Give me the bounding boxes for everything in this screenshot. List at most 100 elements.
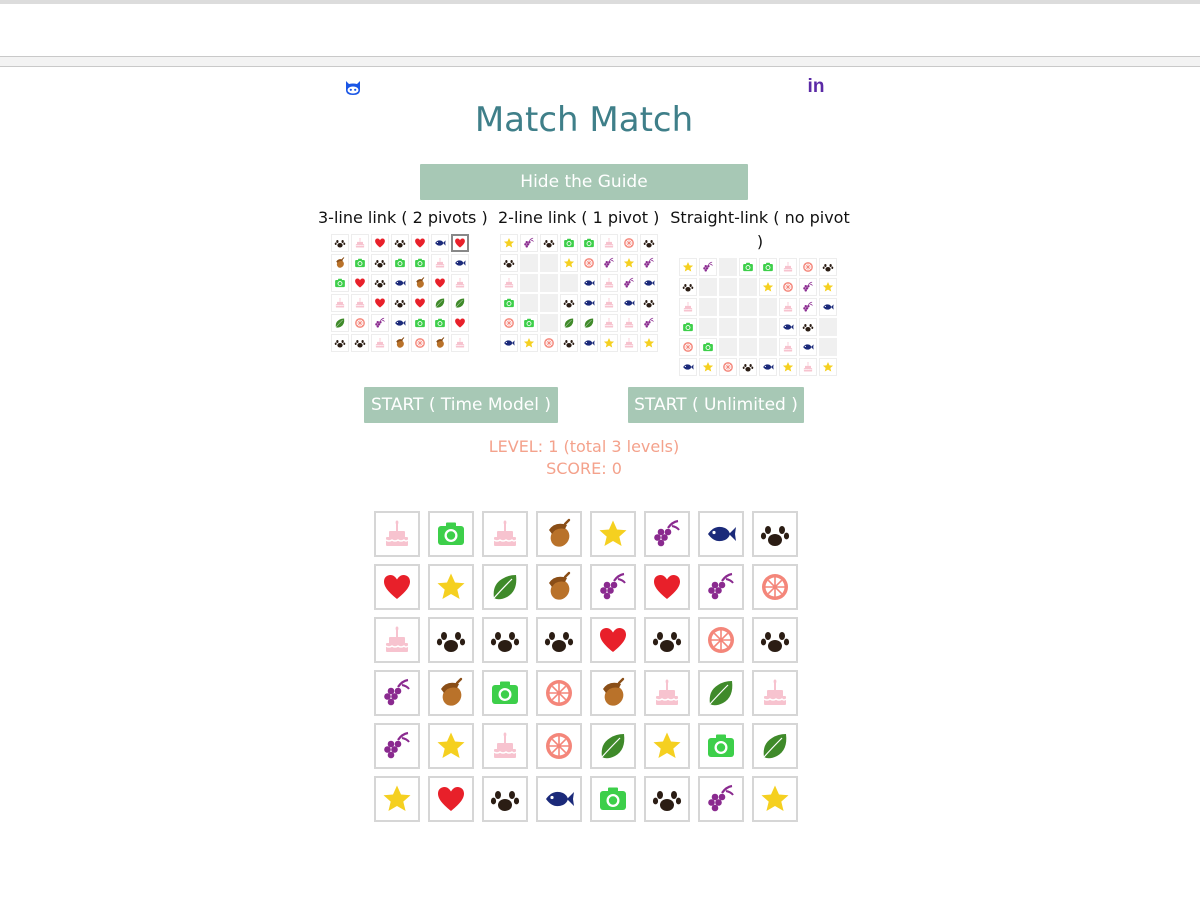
level-text: LEVEL: 1 (total 3 levels)	[488, 437, 680, 456]
hide-guide-button[interactable]: Hide the Guide	[420, 164, 748, 200]
board-tile[interactable]	[374, 723, 420, 769]
fish-icon	[783, 324, 794, 330]
guide-cell	[719, 278, 737, 296]
board-tile[interactable]	[644, 564, 690, 610]
guide-cell	[779, 298, 797, 316]
guide-cell	[431, 314, 449, 332]
guide-cell	[331, 294, 349, 312]
board-tile[interactable]	[374, 511, 420, 557]
camera-icon	[355, 258, 365, 268]
guide-cell	[520, 274, 538, 292]
board-tile[interactable]	[590, 670, 636, 716]
board-tile[interactable]	[698, 564, 744, 610]
guide-cell	[719, 298, 737, 316]
board-tile[interactable]	[590, 617, 636, 663]
star-icon	[822, 281, 834, 292]
guide-cell	[779, 318, 797, 336]
board-tile[interactable]	[536, 617, 582, 663]
board-tile[interactable]	[374, 670, 420, 716]
guide-cell	[351, 234, 369, 252]
board-tile[interactable]	[374, 617, 420, 663]
orange-icon	[355, 318, 365, 328]
fish-icon	[708, 526, 736, 542]
heart-icon	[375, 238, 385, 248]
board-tile[interactable]	[536, 723, 582, 769]
paw-icon	[503, 260, 515, 268]
leaf-icon	[763, 734, 787, 759]
board-tile[interactable]	[590, 776, 636, 822]
cake-icon	[803, 361, 813, 372]
board-tile[interactable]	[752, 564, 798, 610]
guide-cell	[351, 254, 369, 272]
cake-icon	[335, 297, 345, 308]
board-tile[interactable]	[536, 564, 582, 610]
start-unlimited-button[interactable]: START ( Unlimited )	[628, 387, 804, 423]
board-tile[interactable]	[644, 776, 690, 822]
camera-icon	[763, 262, 773, 272]
leaf-icon	[335, 318, 345, 328]
guide-cell	[500, 254, 518, 272]
star-icon	[563, 257, 575, 268]
paw-icon	[643, 300, 655, 308]
board-tile[interactable]	[590, 564, 636, 610]
board-tile[interactable]	[428, 564, 474, 610]
guide-cell	[580, 334, 598, 352]
board-tile[interactable]	[482, 511, 528, 557]
guide-cell	[600, 314, 618, 332]
guide-cell	[799, 338, 817, 356]
board-tile[interactable]	[536, 511, 582, 557]
board-tile[interactable]	[482, 670, 528, 716]
board-tile[interactable]	[428, 670, 474, 716]
board-tile[interactable]	[698, 617, 744, 663]
guide-cell	[699, 338, 717, 356]
board-tile[interactable]	[698, 776, 744, 822]
board-tile[interactable]	[644, 617, 690, 663]
board-tile[interactable]	[428, 776, 474, 822]
board-tile[interactable]	[752, 723, 798, 769]
board-tile[interactable]	[752, 511, 798, 557]
orange-icon	[504, 318, 514, 328]
board-tile[interactable]	[428, 723, 474, 769]
board-tile[interactable]	[644, 723, 690, 769]
board-tile[interactable]	[482, 564, 528, 610]
board-tile[interactable]	[374, 776, 420, 822]
cake-icon	[624, 337, 634, 348]
board-tile[interactable]	[698, 511, 744, 557]
board-tile[interactable]	[482, 723, 528, 769]
board-tile[interactable]	[644, 511, 690, 557]
paw-icon	[563, 340, 575, 348]
heart-icon	[438, 787, 464, 811]
guide-cell	[819, 338, 837, 356]
grape-icon	[703, 261, 713, 272]
guide-cell	[411, 294, 429, 312]
board-tile[interactable]	[428, 617, 474, 663]
grape-icon	[644, 317, 654, 328]
board-tile[interactable]	[482, 776, 528, 822]
board-tile[interactable]	[374, 564, 420, 610]
guide-cell	[799, 358, 817, 376]
guide-cell	[520, 294, 538, 312]
cake-icon	[455, 277, 465, 288]
leaf-icon	[435, 298, 445, 308]
board-tile[interactable]	[752, 617, 798, 663]
board-tile[interactable]	[590, 511, 636, 557]
board-tile[interactable]	[590, 723, 636, 769]
heart-icon	[600, 628, 626, 652]
github-icon[interactable]	[343, 77, 363, 97]
guide-cell	[759, 278, 777, 296]
board-tile[interactable]	[698, 723, 744, 769]
linkedin-icon[interactable]: in	[804, 76, 828, 98]
guide-cell	[679, 318, 697, 336]
board-tile[interactable]	[644, 670, 690, 716]
guide-cell	[600, 234, 618, 252]
board-tile[interactable]	[536, 670, 582, 716]
board-tile[interactable]	[536, 776, 582, 822]
start-time-model-button[interactable]: START ( Time Model )	[364, 387, 558, 423]
board-tile[interactable]	[428, 511, 474, 557]
guide-cell	[679, 338, 697, 356]
board-tile[interactable]	[752, 776, 798, 822]
board-tile[interactable]	[698, 670, 744, 716]
board-tile[interactable]	[482, 617, 528, 663]
cake-icon	[604, 277, 614, 288]
board-tile[interactable]	[752, 670, 798, 716]
